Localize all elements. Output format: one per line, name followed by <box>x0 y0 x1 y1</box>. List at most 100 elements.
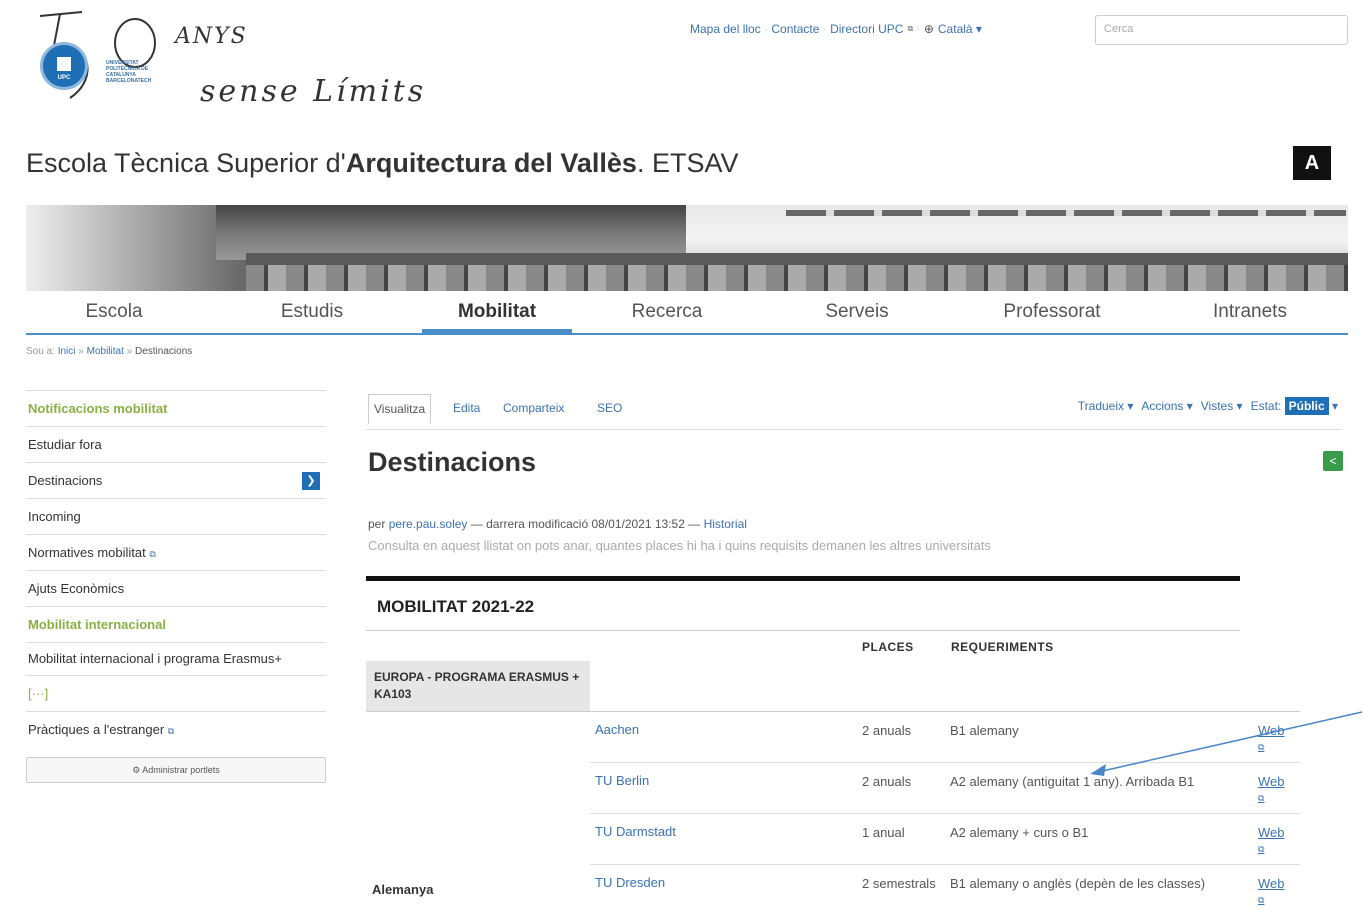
nav-item-intranets[interactable]: Intranets <box>1152 291 1348 333</box>
state-label: Estat: <box>1250 399 1282 413</box>
places-cell: 2 anuals <box>862 774 912 789</box>
sidebar-item-label: Destinacions <box>28 473 103 488</box>
sidebar-item-label: Estudiar fora <box>28 437 102 452</box>
manage-portlets-button[interactable]: ⚙ Administrar portlets <box>26 757 326 783</box>
page-description: Consulta en aquest llistat on pots anar,… <box>368 538 991 553</box>
sidebar-item-label: [···] <box>28 686 49 701</box>
etsav-logo-icon[interactable]: A <box>1293 146 1331 180</box>
sidebar-item-label: Incoming <box>28 509 81 524</box>
search-input[interactable]: Cerca <box>1095 15 1348 45</box>
sidebar-item-label: Notificacions mobilitat <box>28 401 168 416</box>
title-bold: Arquitectura del Vallès <box>345 148 637 178</box>
sidebar-item-ajuts[interactable]: Ajuts Econòmics <box>26 570 326 606</box>
tab-edita[interactable]: Edita <box>448 394 485 422</box>
sidebar-item-label: Mobilitat internacional i programa Erasm… <box>28 651 282 666</box>
chevron-right-icon: ❯ <box>302 472 320 490</box>
breadcrumb-sep: » <box>78 346 84 357</box>
history-link[interactable]: Historial <box>704 517 747 531</box>
university-link[interactable]: Aachen <box>595 722 639 737</box>
external-link-icon: ⧉ <box>1258 844 1265 854</box>
byline-prefix: per <box>368 517 386 531</box>
places-cell: 2 semestrals <box>862 876 936 891</box>
separator-icon: · <box>823 24 827 34</box>
globe-icon: ⊕ <box>923 22 934 36</box>
web-link-label: Web <box>1258 876 1285 891</box>
region-header: EUROPA - PROGRAMA ERASMUS + KA103 <box>366 661 590 711</box>
nav-item-recerca[interactable]: Recerca <box>572 291 762 333</box>
nav-item-escola[interactable]: Escola <box>26 291 202 333</box>
top-links: Mapa del lloc · Contacte · Directori UPC… <box>690 22 982 36</box>
requirements-cell: A2 alemany + curs o B1 <box>950 825 1089 840</box>
logo-sense-limits-text: sense Límits <box>200 74 427 109</box>
external-link-icon: ⧉ <box>907 24 914 33</box>
web-link[interactable]: Web ⧉ <box>1258 773 1285 807</box>
actions-menu[interactable]: Accions ▾ <box>1141 399 1192 413</box>
table-row: TU Dresden 2 semestrals B1 alemany o ang… <box>590 865 1300 910</box>
tab-comparteix[interactable]: Comparteix <box>498 394 569 422</box>
edit-bar-actions: Tradueix ▾ Accions ▾ Vistes ▾ Estat: Púb… <box>1078 397 1338 415</box>
places-cell: 1 anual <box>862 825 905 840</box>
divider <box>366 576 1240 581</box>
state-menu[interactable]: Estat: Públic ▾ <box>1250 397 1338 415</box>
nav-item-serveis[interactable]: Serveis <box>762 291 952 333</box>
nav-item-professorat[interactable]: Professorat <box>952 291 1152 333</box>
contact-link[interactable]: Contacte <box>771 22 819 36</box>
table-row: TU Darmstadt 1 anual A2 alemany + curs o… <box>590 814 1300 865</box>
upc-name: UNIVERSITAT POLITÈCNICA DE CATALUNYA BAR… <box>106 60 152 84</box>
requirements-cell: B1 alemany o anglès (depèn de les classe… <box>950 876 1206 891</box>
share-icon[interactable]: < <box>1323 451 1343 471</box>
sidebar-item-practiques[interactable]: Pràctiques a l'estranger ⧉ <box>26 711 326 747</box>
tab-seo[interactable]: SEO <box>592 394 627 422</box>
sidebar-item-more[interactable]: [···] <box>26 675 326 711</box>
tab-visualitza[interactable]: Visualitza <box>368 394 432 424</box>
sidebar: Notificacions mobilitat Estudiar fora De… <box>26 390 326 783</box>
column-header-requirements: REQUERIMENTS <box>951 640 1054 654</box>
nav-item-mobilitat[interactable]: Mobilitat <box>422 291 572 333</box>
breadcrumb-inici[interactable]: Inici <box>58 346 76 357</box>
web-link[interactable]: Web ⧉ <box>1258 875 1285 909</box>
sidebar-item-erasmus[interactable]: Mobilitat internacional i programa Erasm… <box>26 642 326 675</box>
modified-text: — darrera modificació 08/01/2021 13:52 — <box>470 517 701 531</box>
main-nav: Escola Estudis Mobilitat Recerca Serveis… <box>26 291 1348 335</box>
table-row: TU Berlin 2 anuals A2 alemany (antiguita… <box>590 763 1300 814</box>
upc-emblem-icon: UPC <box>40 42 88 90</box>
university-link[interactable]: TU Dresden <box>595 875 665 890</box>
external-link-icon: ⧉ <box>1258 793 1265 803</box>
school-title[interactable]: Escola Tècnica Superior d'Arquitectura d… <box>26 148 738 179</box>
sidebar-item-label: Mobilitat internacional <box>28 617 166 632</box>
sidebar-item-destinacions[interactable]: Destinacions ❯ <box>26 462 326 498</box>
banner-image <box>26 205 1348 291</box>
title-prefix: Escola Tècnica Superior d' <box>26 148 346 178</box>
web-link-label: Web <box>1258 723 1285 738</box>
sidebar-item-label: Normatives mobilitat <box>28 545 146 560</box>
web-link[interactable]: Web ⧉ <box>1258 824 1285 858</box>
requirements-cell: B1 alemany <box>950 723 1019 738</box>
page-title: Destinacions <box>368 447 537 477</box>
directory-link[interactable]: Directori UPC <box>830 22 903 36</box>
divider <box>366 630 1240 631</box>
site-map-link[interactable]: Mapa del lloc <box>690 22 761 36</box>
university-link[interactable]: TU Darmstadt <box>595 824 676 839</box>
breadcrumb-mobilitat[interactable]: Mobilitat <box>87 346 124 357</box>
nav-item-estudis[interactable]: Estudis <box>202 291 422 333</box>
upc-50-anys-logo[interactable]: UPC UNIVERSITAT POLITÈCNICA DE CATALUNYA… <box>30 8 450 123</box>
separator-icon: · <box>917 24 920 34</box>
author-link[interactable]: pere.pau.soley <box>389 517 468 531</box>
sidebar-item-notificacions[interactable]: Notificacions mobilitat <box>26 390 326 426</box>
views-menu[interactable]: Vistes ▾ <box>1201 399 1243 413</box>
column-header-places: PLACES <box>862 640 914 654</box>
sidebar-item-estudiar-fora[interactable]: Estudiar fora <box>26 426 326 462</box>
language-selector[interactable]: Català ▾ <box>938 22 982 36</box>
external-link-icon: ⧉ <box>1258 742 1265 752</box>
byline: per pere.pau.soley — darrera modificació… <box>368 517 747 531</box>
sidebar-item-normatives[interactable]: Normatives mobilitat ⧉ <box>26 534 326 570</box>
sidebar-item-incoming[interactable]: Incoming <box>26 498 326 534</box>
external-link-icon: ⧉ <box>1258 895 1265 905</box>
edit-bar: Visualitza Edita Comparteix SEO Tradueix… <box>366 390 1342 430</box>
state-badge: Públic <box>1284 397 1329 415</box>
places-cell: 2 anuals <box>862 723 912 738</box>
web-link[interactable]: Web ⧉ <box>1258 722 1285 756</box>
translate-menu[interactable]: Tradueix ▾ <box>1078 399 1134 413</box>
university-link[interactable]: TU Berlin <box>595 773 649 788</box>
sidebar-item-mobilitat-internacional[interactable]: Mobilitat internacional <box>26 606 326 642</box>
